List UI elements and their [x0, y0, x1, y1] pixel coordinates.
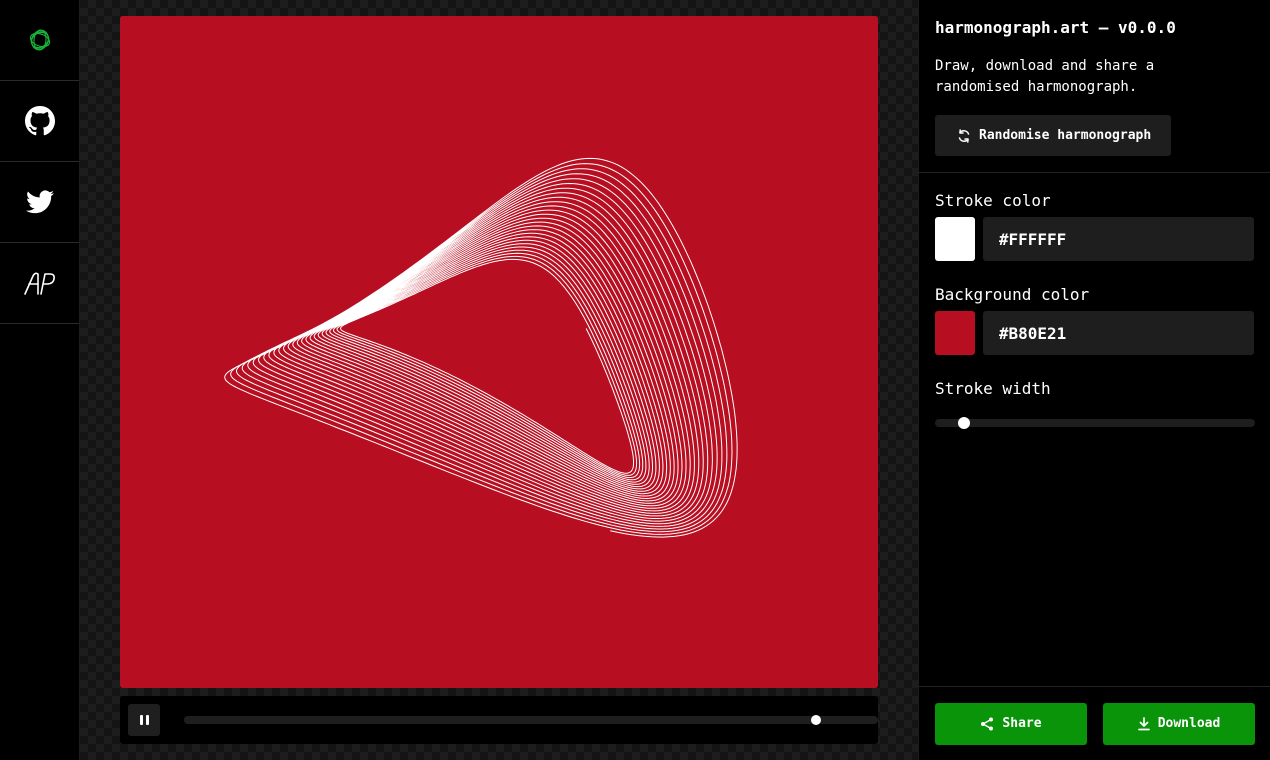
randomise-label: Randomise harmonograph: [979, 128, 1152, 143]
harmonograph-canvas: [120, 16, 878, 688]
author-link[interactable]: [0, 243, 79, 324]
share-icon: [981, 717, 994, 730]
app-title: harmonograph.art — v0.0.0: [935, 18, 1176, 37]
ap-logo-icon: [23, 272, 55, 295]
progress-fill: [184, 716, 816, 724]
randomise-button[interactable]: Randomise harmonograph: [935, 115, 1172, 156]
stroke-color-input[interactable]: [982, 217, 1254, 261]
download-icon: [1137, 716, 1150, 730]
background-color-swatch[interactable]: [935, 311, 975, 355]
app-description: Draw, download and share a randomised ha…: [935, 58, 1155, 95]
stroke-color-label: Stroke color: [935, 191, 1051, 210]
stroke-color-row: [935, 217, 1254, 261]
background-color-input[interactable]: [982, 311, 1254, 355]
download-button[interactable]: Download: [1103, 702, 1255, 745]
refresh-icon: [958, 128, 970, 143]
stroke-width-label: Stroke width: [935, 379, 1051, 398]
progress-slider[interactable]: [184, 715, 878, 725]
pause-icon: [139, 715, 143, 725]
controls-section: Stroke color Background color Stroke wid…: [919, 173, 1270, 429]
logo-icon: [29, 29, 50, 51]
background-color-row: [935, 311, 1254, 355]
home-logo-link[interactable]: [0, 0, 79, 81]
background-color-label: Background color: [935, 285, 1090, 304]
settings-panel: harmonograph.art — v0.0.0 Draw, download…: [918, 0, 1270, 760]
share-label: Share: [1002, 716, 1042, 731]
share-button[interactable]: Share: [935, 702, 1087, 745]
progress-thumb[interactable]: [810, 715, 821, 725]
twitter-icon: [25, 190, 54, 214]
stroke-color-swatch[interactable]: [935, 217, 975, 261]
pause-button[interactable]: [128, 704, 160, 736]
panel-footer: Share Download: [919, 686, 1270, 760]
download-label: Download: [1157, 716, 1221, 731]
github-icon: [24, 106, 55, 136]
twitter-link[interactable]: [0, 162, 79, 243]
playback-bar: [120, 696, 878, 744]
left-nav: [0, 0, 80, 760]
panel-header: harmonograph.art — v0.0.0 Draw, download…: [919, 0, 1270, 173]
canvas-background: [120, 16, 878, 688]
harmonograph-drawing: [120, 16, 878, 688]
canvas-area: [80, 0, 918, 760]
stroke-width-slider[interactable]: [935, 417, 1255, 429]
stroke-width-thumb[interactable]: [957, 417, 970, 429]
github-link[interactable]: [0, 81, 79, 162]
